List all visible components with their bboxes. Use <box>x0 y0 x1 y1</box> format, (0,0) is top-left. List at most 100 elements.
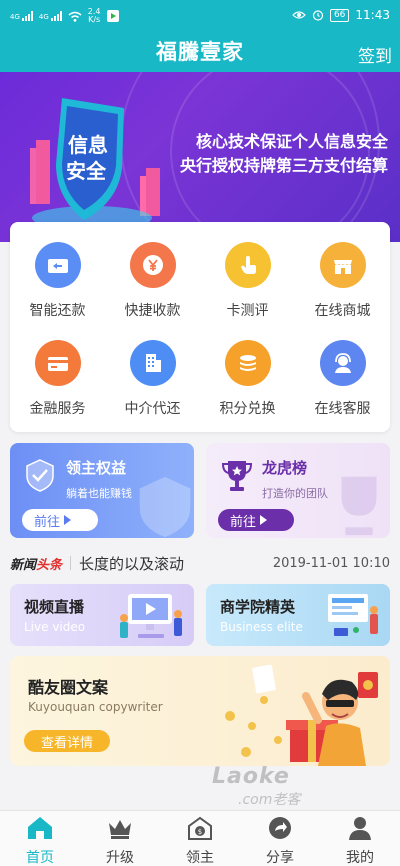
grid-item[interactable]: 金融服务 <box>10 326 105 424</box>
grid-item[interactable]: 积分兑换 <box>200 326 295 424</box>
network-speed: 2.4 K/s <box>87 7 101 24</box>
lord-rights-title: 领主权益 <box>66 459 127 477</box>
lord-rights-go-button[interactable]: 前往 <box>22 509 98 531</box>
lord-house-icon: $ <box>186 815 214 845</box>
go-label: 前往 <box>230 514 257 530</box>
leaderboard-subtitle: 打造你的团队 <box>262 487 328 500</box>
video-app-icon <box>106 10 119 22</box>
coin-stack-icon <box>224 340 271 386</box>
repayment-card-icon <box>34 242 81 288</box>
shield-text-top: 信息 <box>68 133 108 157</box>
grid-item[interactable]: 在线客服 <box>295 326 390 424</box>
grid-item-label: 中介代还 <box>124 401 181 417</box>
live-video-subtitle: Live video <box>24 620 86 634</box>
grid-item[interactable]: 智能还款 <box>10 228 105 326</box>
grid-item-label: 积分兑换 <box>219 401 276 417</box>
battery-level: 66 <box>329 8 350 22</box>
grid-item-label: 金融服务 <box>29 401 86 417</box>
bottom-tab-bar: 首页 升级 $ 领主 分享 我的 <box>0 810 400 866</box>
business-elite-illustration <box>328 594 378 636</box>
news-date: 2019-11-01 10:10 <box>272 555 390 571</box>
celebration-illustration <box>225 664 378 766</box>
profile-icon <box>346 815 374 845</box>
tab-label: 分享 <box>266 850 294 866</box>
watermark-domain: .com老客 <box>238 792 301 808</box>
kuyouquan-card[interactable]: 酷友圈文案 Kuyouquan copywriter 查看详情 <box>10 656 390 766</box>
grid-item[interactable]: 中介代还 <box>105 326 200 424</box>
divider <box>70 556 72 570</box>
site-watermark: Laoke .com老客 <box>212 764 300 809</box>
yen-coin-icon <box>129 242 176 288</box>
tab-lord-house[interactable]: $ 领主 <box>160 811 240 866</box>
function-grid: 智能还款 快捷收款 卡测评 在线商城金融服务 中介代还 积分兑换 在线客服 <box>10 222 390 432</box>
tab-label: 我的 <box>346 850 374 866</box>
svg-text:$: $ <box>198 828 202 836</box>
news-ticker[interactable]: 新闻头条 长度的以及滚动 2019-11-01 10:10 <box>10 548 390 578</box>
leaderboard-title: 龙虎榜 <box>262 459 308 477</box>
top-bar: 4G 4G 2.4 K/s 66 11:43 福騰壹家 签到 <box>0 0 400 72</box>
go-label: 前往 <box>34 514 61 530</box>
news-headline-logo: 新闻头条 <box>10 557 63 573</box>
wifi-icon <box>68 11 82 22</box>
grid-item-label: 智能还款 <box>29 303 86 319</box>
grid-item-label: 在线商城 <box>314 303 371 319</box>
grid-item-label: 在线客服 <box>314 401 371 417</box>
security-shield-illustration: 信息 安全 <box>30 98 160 230</box>
badge-check-icon <box>26 459 54 492</box>
clock: 11:43 <box>355 8 390 22</box>
trophy-icon <box>221 461 253 491</box>
building-icon <box>129 340 176 386</box>
home-icon <box>26 815 54 845</box>
tab-profile[interactable]: 我的 <box>320 811 400 866</box>
news-text[interactable]: 长度的以及滚动 <box>79 553 273 574</box>
finance-card-icon <box>34 340 81 386</box>
trophy-watermark-icon <box>341 476 377 536</box>
grid-item-label: 快捷收款 <box>124 303 181 319</box>
eye-icon <box>292 11 306 19</box>
signal-icon-2: 4G <box>39 11 62 21</box>
page-title: 福騰壹家 <box>156 40 244 64</box>
tab-crown[interactable]: 升级 <box>80 811 160 866</box>
grid-item-label: 卡测评 <box>226 303 269 319</box>
grid-item[interactable]: 卡测评 <box>200 228 295 326</box>
banner-line-1: 核心技术保证个人信息安全 <box>195 132 388 151</box>
watermark-brand: Laoke <box>212 764 290 789</box>
shop-icon <box>319 242 366 288</box>
leaderboard-go-button[interactable]: 前往 <box>218 509 294 531</box>
banner-slogan: 核心技术保证个人信息安全 央行授权持牌第三方支付结算 <box>180 130 388 178</box>
security-banner[interactable]: 信息 安全 核心技术保证个人信息安全 央行授权持牌第三方支付结算 <box>0 72 400 242</box>
tab-home[interactable]: 首页 <box>0 811 80 866</box>
kuyouquan-subtitle: Kuyouquan copywriter <box>28 700 163 714</box>
play-arrow-icon <box>260 515 268 525</box>
live-video-illustration <box>120 594 182 638</box>
grid-item[interactable]: 快捷收款 <box>105 228 200 326</box>
tap-hand-icon <box>224 242 271 288</box>
grid-item[interactable]: 在线商城 <box>295 228 390 326</box>
banner-line-2: 央行授权持牌第三方支付结算 <box>179 156 388 175</box>
live-video-title: 视频直播 <box>24 598 85 616</box>
share-icon <box>266 815 294 845</box>
tab-share[interactable]: 分享 <box>240 811 320 866</box>
business-elite-card[interactable]: 商学院精英 Business elite <box>206 584 390 646</box>
live-video-card[interactable]: 视频直播 Live video <box>10 584 194 646</box>
business-elite-title: 商学院精英 <box>220 598 296 616</box>
play-arrow-icon <box>64 515 72 525</box>
tab-label: 领主 <box>186 850 214 866</box>
shield-text-bottom: 安全 <box>66 159 107 183</box>
kuyouquan-title: 酷友圈文案 <box>28 678 109 697</box>
network-type-2: 4G <box>38 13 49 21</box>
signal-icon: 4G <box>10 11 33 21</box>
lord-rights-card[interactable]: 领主权益 躺着也能赚钱 前往 <box>10 443 194 538</box>
tab-label: 首页 <box>26 850 54 866</box>
tab-label: 升级 <box>106 850 134 866</box>
leaderboard-card[interactable]: 龙虎榜 打造你的团队 前往 <box>206 443 390 538</box>
network-type-1: 4G <box>10 13 20 21</box>
business-elite-subtitle: Business elite <box>220 620 303 634</box>
status-bar: 4G 4G 2.4 K/s 66 11:43 <box>0 0 400 30</box>
lord-rights-subtitle: 躺着也能赚钱 <box>66 487 132 500</box>
customer-service-icon <box>319 340 366 386</box>
badge-watermark-icon <box>139 476 191 538</box>
view-details-button[interactable]: 查看详情 <box>24 730 110 752</box>
signin-button[interactable]: 签到 <box>358 42 392 67</box>
alarm-icon <box>312 10 324 21</box>
